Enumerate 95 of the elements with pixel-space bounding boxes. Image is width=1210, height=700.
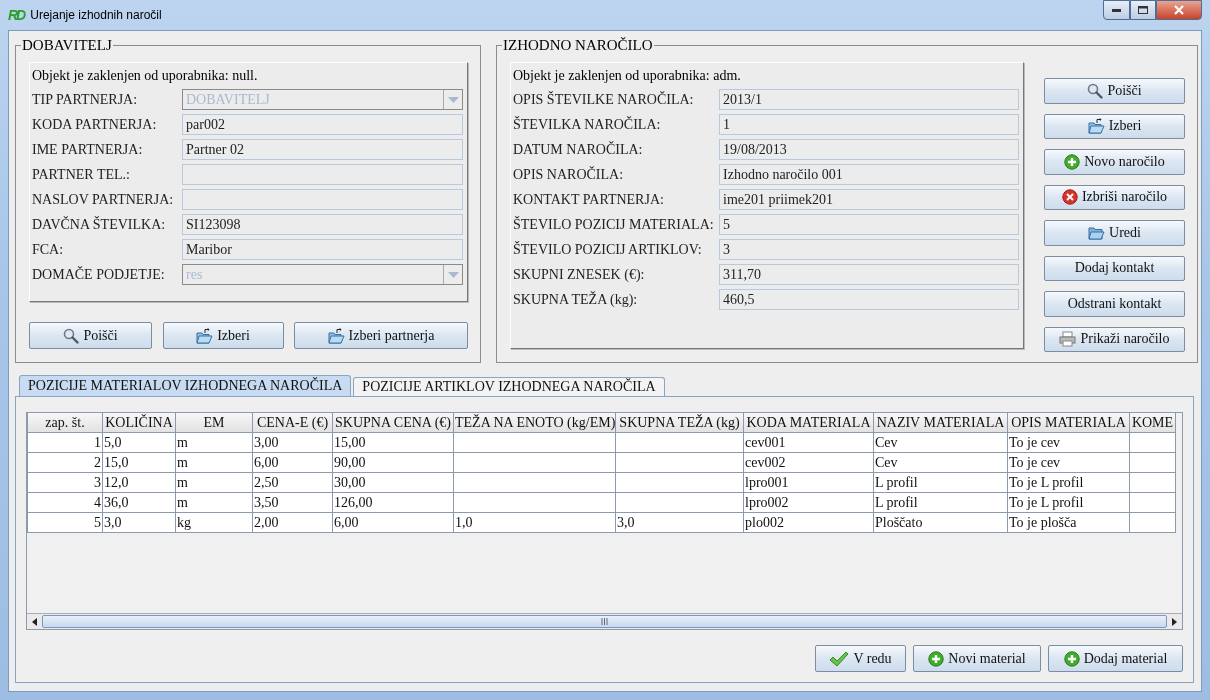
check-icon — [829, 650, 850, 667]
column-header[interactable]: CENA-E (€) — [252, 413, 333, 433]
button[interactable]: Novo naročilo — [1044, 149, 1185, 175]
text-field[interactable]: SI123098 — [182, 214, 463, 235]
button[interactable]: Izberi partnerja — [294, 322, 468, 349]
text-field[interactable]: ime201 priimek201 — [719, 189, 1019, 210]
field-label: DAVČNA ŠTEVILKA: — [32, 216, 167, 233]
column-header[interactable]: SKUPNA TEŽA (kg) — [615, 413, 744, 433]
column-header[interactable]: KODA MATERIALA — [743, 413, 874, 433]
printer-icon — [1059, 331, 1077, 348]
group-title: DOBAVITELJ — [21, 37, 113, 54]
text-field[interactable]: 3 — [719, 239, 1019, 260]
text-field[interactable]: 19/08/2013 — [719, 139, 1019, 160]
column-header[interactable]: TEŽA NA ENOTO (kg/EM) — [453, 413, 616, 433]
button[interactable]: Uredi — [1044, 220, 1185, 246]
field-label: SKUPNI ZNESEK (€): — [513, 266, 646, 283]
text-field[interactable]: Maribor — [182, 239, 463, 260]
text-field[interactable]: 311,70 — [719, 264, 1019, 285]
field-label: ŠTEVILO POZICIJ MATERIALA: — [513, 216, 715, 233]
group-title: IZHODNO NAROČILO — [502, 37, 654, 54]
tab[interactable]: POZICIJE ARTIKLOV IZHODNEGA NAROČILA — [353, 377, 665, 396]
folder-arrow-icon — [327, 327, 345, 344]
tab[interactable]: POZICIJE MATERIALOV IZHODNEGA NAROČILA — [19, 375, 352, 396]
close-button[interactable] — [1156, 0, 1202, 20]
horizontal-scrollbar[interactable] — [27, 613, 1182, 629]
scrollbar-thumb[interactable] — [42, 615, 1167, 628]
lock-note: Objekt je zaklenjen od uporabnika: null. — [32, 67, 259, 85]
minimize-button[interactable] — [1103, 0, 1130, 20]
caret-icon — [447, 96, 459, 103]
field-label: KONTAKT PARTNERJA: — [513, 191, 665, 208]
text-field[interactable]: 1 — [719, 114, 1019, 135]
button[interactable]: Prikaži naročilo — [1044, 326, 1185, 352]
window-title: Urejanje izhodnih naročil — [30, 8, 162, 22]
field-label: IME PARTNERJA: — [32, 141, 144, 158]
column-header[interactable]: SKUPNA CENA (€) — [332, 413, 454, 433]
button[interactable]: Izberi — [1044, 113, 1185, 139]
field-label: KODA PARTNERJA: — [32, 116, 158, 133]
text-field[interactable]: 5 — [719, 214, 1019, 235]
add-icon — [1064, 153, 1081, 170]
scroll-left-icon — [32, 617, 37, 626]
search-icon — [1087, 82, 1104, 99]
button[interactable]: Odstrani kontakt — [1044, 291, 1185, 317]
text-field[interactable]: Izhodno naročilo 001 — [719, 164, 1019, 185]
text-field[interactable] — [182, 189, 463, 210]
button[interactable]: V redu — [815, 645, 906, 672]
button[interactable]: Novi material — [913, 645, 1041, 672]
table-cell: 2 — [27, 452, 103, 473]
delete-icon — [1061, 189, 1078, 206]
field-label: SKUPNA TEŽA (kg): — [513, 291, 639, 308]
field-label: OPIS NAROČILA: — [513, 166, 625, 183]
button[interactable]: Izbriši naročilo — [1044, 184, 1185, 210]
maximize-icon — [1138, 6, 1148, 14]
field-label: DATUM NAROČILA: — [513, 141, 644, 158]
column-header[interactable]: NAZIV MATERIALA — [873, 413, 1008, 433]
table-cell: 3 — [27, 472, 103, 493]
button[interactable]: Poišči — [29, 322, 152, 349]
table-cell: 1 — [27, 432, 103, 453]
column-header[interactable]: zap. št. — [27, 413, 103, 433]
scroll-right-icon — [1172, 617, 1177, 626]
grip-icon — [601, 618, 608, 625]
add-icon — [1063, 650, 1080, 667]
caret-icon — [447, 271, 459, 278]
text-field[interactable]: 460,5 — [719, 289, 1019, 310]
field-label: ŠTEVILKA NAROČILA: — [513, 116, 662, 133]
field-label: NASLOV PARTNERJA: — [32, 191, 175, 208]
field-label: TIP PARTNERJA: — [32, 91, 139, 108]
column-header[interactable]: KOLIČINA — [102, 413, 176, 433]
text-field[interactable]: Partner 02 — [182, 139, 463, 160]
field-label: FCA: — [32, 241, 65, 258]
app-logo: RD — [8, 7, 25, 23]
minimize-icon — [1112, 8, 1121, 12]
column-header[interactable]: KOME — [1129, 413, 1176, 433]
lock-note: Objekt je zaklenjen od uporabnika: adm. — [513, 67, 742, 85]
table-cell: 5 — [27, 512, 103, 533]
button[interactable]: Dodaj material — [1048, 645, 1183, 672]
add-icon — [928, 650, 945, 667]
text-field[interactable]: 2013/1 — [719, 89, 1019, 110]
field-label: OPIS ŠTEVILKE NAROČILA: — [513, 91, 695, 108]
table-cell: 4 — [27, 492, 103, 513]
button[interactable]: Dodaj kontakt — [1044, 255, 1185, 281]
close-icon — [1174, 5, 1184, 15]
column-header[interactable]: OPIS MATERIALA — [1007, 413, 1130, 433]
field-label: ŠTEVILO POZICIJ ARTIKLOV: — [513, 241, 703, 258]
folder-icon — [1088, 225, 1106, 240]
search-icon — [63, 327, 80, 344]
field-label: PARTNER TEL.: — [32, 166, 131, 183]
field-label: DOMAČE PODJETJE: — [32, 266, 166, 283]
text-field[interactable]: par002 — [182, 114, 463, 135]
button[interactable]: Izberi — [162, 322, 284, 349]
button[interactable]: Poišči — [1044, 78, 1185, 104]
text-field[interactable] — [182, 164, 463, 185]
folder-arrow-icon — [196, 327, 214, 344]
column-header[interactable]: EM — [175, 413, 253, 433]
folder-arrow-icon — [1087, 118, 1105, 135]
maximize-button[interactable] — [1130, 0, 1156, 20]
